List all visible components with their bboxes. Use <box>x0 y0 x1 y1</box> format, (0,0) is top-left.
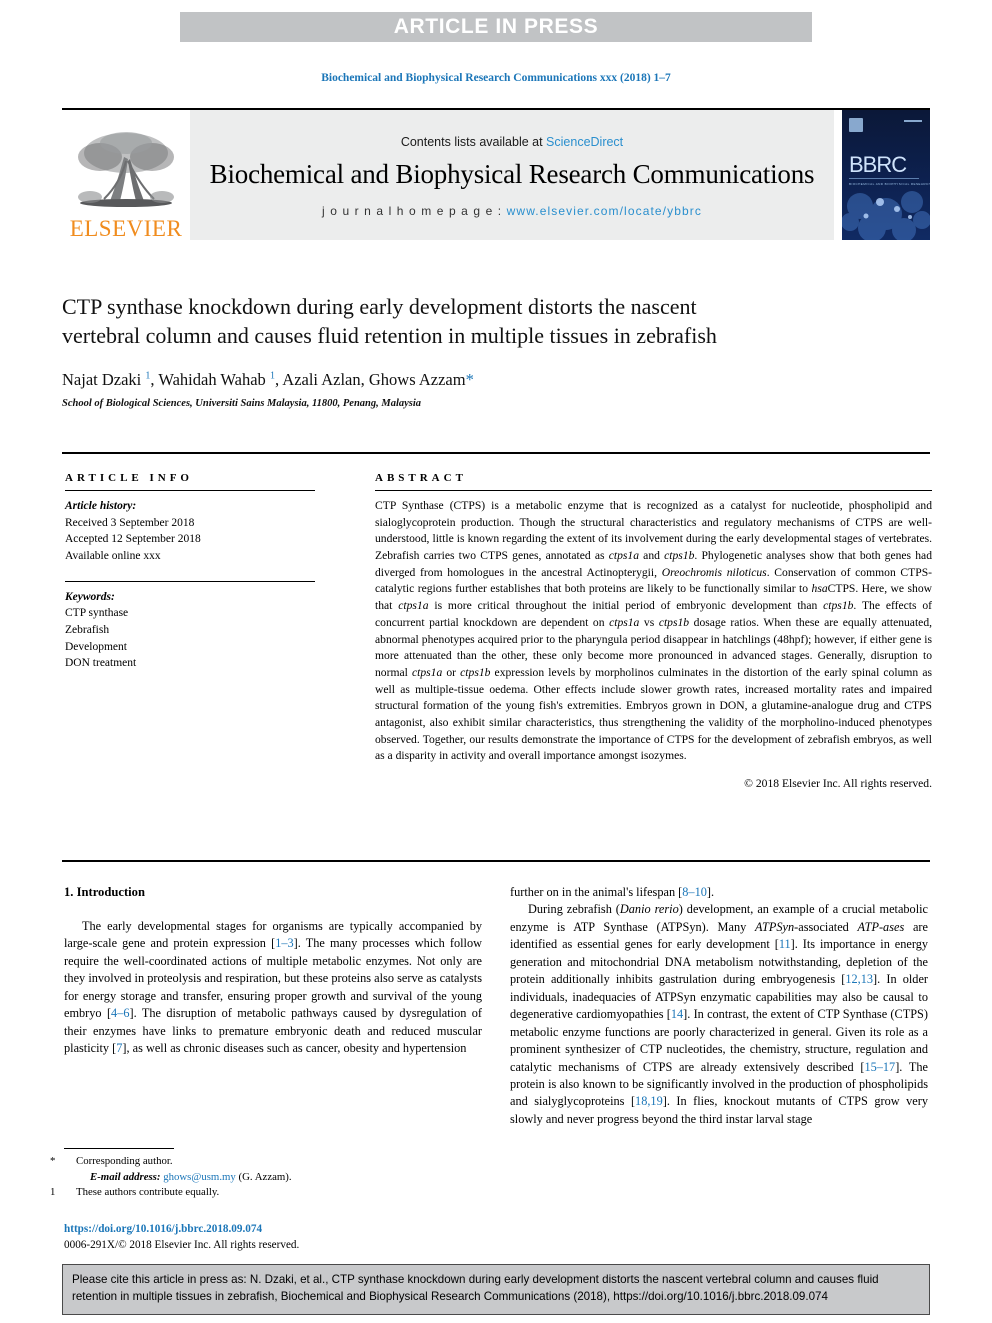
abstract-copyright: © 2018 Elsevier Inc. All rights reserved… <box>744 777 932 790</box>
keywords-group: Keywords: CTP synthase Zebrafish Develop… <box>65 580 315 672</box>
keyword-item: CTP synthase <box>65 607 129 620</box>
intro-paragraph-right-continued: further on in the animal's lifespan [8–1… <box>510 885 715 899</box>
keyword-item: Development <box>65 640 127 653</box>
history-item: Available online xxx <box>65 550 161 563</box>
keywords-label: Keywords: <box>65 590 115 603</box>
introduction-heading: 1. Introduction <box>64 885 145 899</box>
footnote-email: E-mail address: ghows@usm.my (G. Azzam). <box>64 1170 484 1186</box>
article-info-rule <box>65 490 315 491</box>
journal-title: Biochemical and Biophysical Research Com… <box>209 158 815 189</box>
footnote-corresponding-author: * Corresponding author. <box>50 1154 484 1170</box>
abstract-text: CTP Synthase (CTPS) is a metabolic enzym… <box>375 499 933 763</box>
issn-copyright-line: 0006-291X/© 2018 Elsevier Inc. All right… <box>64 1238 300 1251</box>
elsevier-tree-icon <box>78 132 174 207</box>
intro-paragraph-right: During zebrafish (Danio rerio) developme… <box>510 902 929 1126</box>
elsevier-wordmark: ELSEVIER <box>69 216 183 241</box>
keywords-rule <box>65 580 315 582</box>
email-address-label: E-mail address: <box>90 1170 161 1183</box>
affiliation-line: School of Biological Sciences, Universit… <box>62 398 422 410</box>
journal-reference-line: Biochemical and Biophysical Research Com… <box>321 72 671 84</box>
bbrc-cover-art: BBRC BIOCHEMICAL AND BIOPHYSICAL RESEARC… <box>842 110 930 240</box>
homepage-url-link[interactable]: www.elsevier.com/locate/ybbrc <box>507 204 702 218</box>
article-info-column: ARTICLE INFO Article history: Received 3… <box>65 472 315 672</box>
svg-text:BIOCHEMICAL AND BIOPHYSICAL RE: BIOCHEMICAL AND BIOPHYSICAL RESEARCH <box>849 182 930 186</box>
footnote-one-mark: 1 <box>50 1186 56 1199</box>
body-column-left: 1. Introduction The early developmental … <box>64 884 482 1058</box>
author-list: Najat Dzaki 1, Wahidah Wahab 1, Azali Az… <box>62 370 474 390</box>
footnote-corresponding-text: Corresponding author. <box>76 1155 173 1167</box>
sciencedirect-link[interactable]: ScienceDirect <box>546 135 623 149</box>
footnote-equal-contribution: 1 These authors contribute equally. <box>50 1185 484 1201</box>
doi-link[interactable]: https://doi.org/10.1016/j.bbrc.2018.09.0… <box>64 1222 299 1238</box>
bbrc-journal-cover: BBRC BIOCHEMICAL AND BIOPHYSICAL RESEARC… <box>842 110 930 240</box>
email-address-link[interactable]: ghows@usm.my <box>163 1171 236 1183</box>
cite-this-article-box: Please cite this article in press as: N.… <box>62 1264 930 1315</box>
article-info-heading: ARTICLE INFO <box>65 472 193 484</box>
info-section-top-rule <box>62 452 930 454</box>
article-history-label: Article history: <box>65 500 137 512</box>
svg-text:BBRC: BBRC <box>849 152 907 177</box>
history-item: Received 3 September 2018 <box>65 516 195 529</box>
contents-available-line: Contents lists available at ScienceDirec… <box>401 135 623 149</box>
intro-paragraph-left: The early developmental stages for organ… <box>64 918 482 1056</box>
abstract-column: ABSTRACT CTP Synthase (CTPS) is a metabo… <box>375 472 932 790</box>
footnote-rule <box>64 1148 174 1149</box>
page-title: CTP synthase knockdown during early deve… <box>62 294 717 349</box>
article-in-press-label: ARTICLE IN PRESS <box>393 15 599 38</box>
keyword-item: DON treatment <box>65 657 137 670</box>
article-history-group: Article history: Received 3 September 20… <box>65 498 315 565</box>
body-column-right: further on in the animal's lifespan [8–1… <box>510 884 928 1128</box>
footnotes-block: * Corresponding author. E-mail address: g… <box>50 1148 484 1201</box>
abstract-heading: ABSTRACT <box>375 472 467 484</box>
doi-block: https://doi.org/10.1016/j.bbrc.2018.09.0… <box>64 1222 299 1253</box>
footnote-star-mark: * <box>50 1155 56 1167</box>
info-section-bottom-rule <box>62 860 930 862</box>
abstract-rule <box>375 490 932 491</box>
keyword-item: Zebrafish <box>65 624 110 637</box>
elsevier-logo: ELSEVIER <box>62 110 190 240</box>
masthead-center-band: Contents lists available at ScienceDirec… <box>190 110 834 240</box>
title-block: CTP synthase knockdown during early deve… <box>62 292 762 409</box>
history-item: Accepted 12 September 2018 <box>65 533 201 546</box>
homepage-label: j o u r n a l h o m e p a g e : <box>322 203 507 218</box>
article-in-press-banner: ARTICLE IN PRESS <box>180 12 812 42</box>
contents-prefix-text: Contents lists available at <box>400 134 547 149</box>
email-author-suffix: (G. Azzam). <box>238 1170 292 1183</box>
journal-homepage-line: j o u r n a l h o m e p a g e : www.else… <box>322 204 702 218</box>
footnote-equal-text: These authors contribute equally. <box>76 1186 220 1199</box>
journal-masthead: ELSEVIER Contents lists available at Sci… <box>62 108 930 240</box>
